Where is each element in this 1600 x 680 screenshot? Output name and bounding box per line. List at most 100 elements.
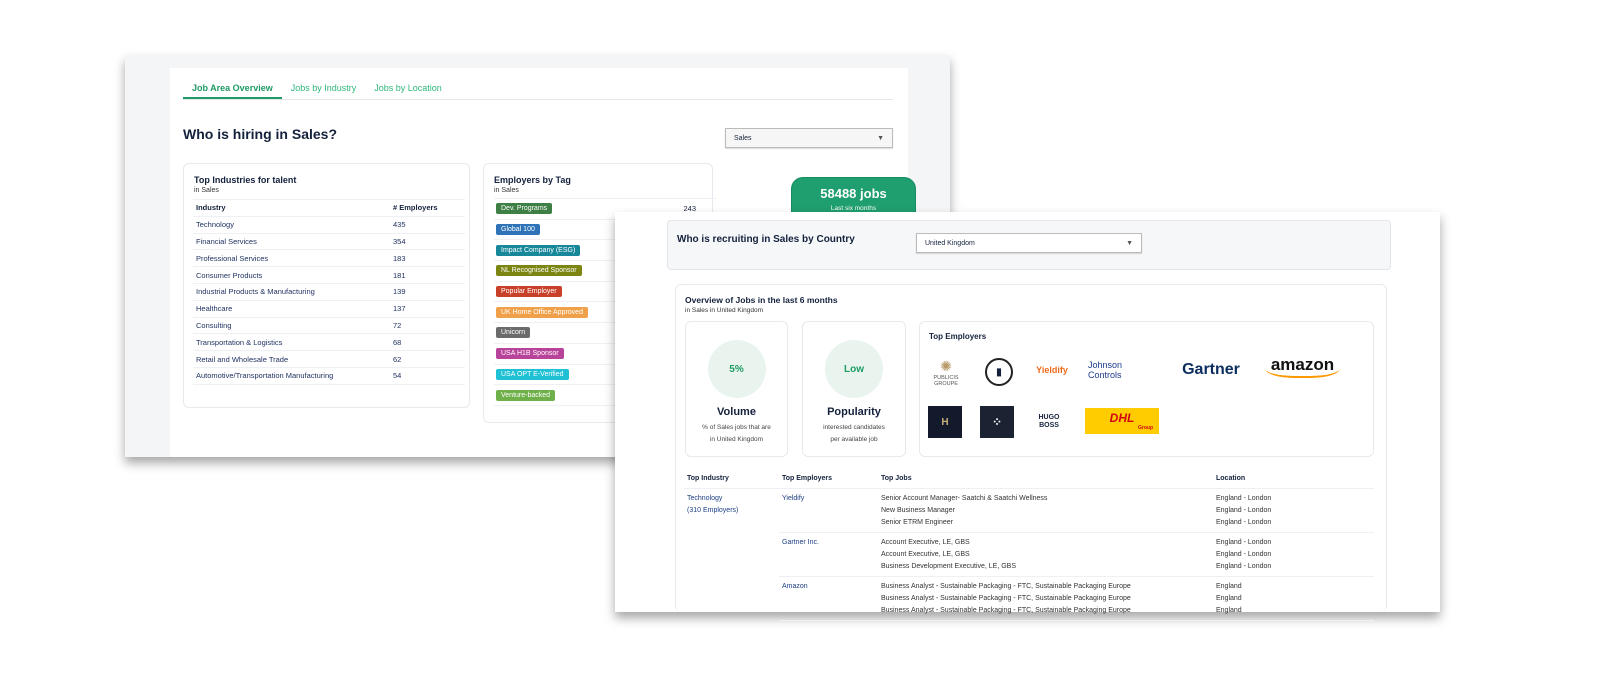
tag-badge[interactable]: Global 100 bbox=[496, 224, 540, 236]
dhl-logo[interactable]: DHL Group bbox=[1085, 408, 1159, 434]
industry-name: Consulting bbox=[193, 317, 390, 335]
employer-count: 354 bbox=[390, 233, 465, 251]
employer-link[interactable]: Amazon bbox=[779, 576, 878, 621]
employer-count: 183 bbox=[390, 249, 465, 268]
chevron-down-icon: ▼ bbox=[877, 134, 884, 142]
publicis-text: PUBLICIS GROUPE bbox=[933, 374, 959, 387]
table-row[interactable]: Financial Services 354 bbox=[193, 233, 465, 251]
tab-jobs-by-industry[interactable]: Jobs by Industry bbox=[282, 80, 366, 99]
col-industry: Industry bbox=[193, 199, 390, 217]
job-location: England - London bbox=[1216, 518, 1272, 526]
top-employers-card: Top Employers ✺ PUBLICIS GROUPE ▮ Yieldif… bbox=[919, 321, 1374, 457]
industry-count: (310 Employers) bbox=[687, 506, 739, 514]
top-jobs-table: Top Industry Top Employers Top Jobs Locatio… bbox=[684, 469, 1374, 621]
tag-badge[interactable]: USA OPT E-Verified bbox=[496, 368, 569, 380]
overview-subtitle: in Sales in United Kingdom bbox=[685, 307, 764, 314]
yieldify-logo[interactable]: Yieldify bbox=[1032, 362, 1072, 378]
industries-table: Industry # Employers Technology 435 Financi… bbox=[193, 199, 465, 385]
table-row[interactable]: Automotive/Transportation Manufacturing 5… bbox=[193, 367, 465, 385]
tag-badge[interactable]: Popular Employer bbox=[496, 286, 562, 298]
job-area-select[interactable]: Sales ▼ bbox=[725, 128, 893, 148]
employer-count: 68 bbox=[390, 333, 465, 352]
tag-badge[interactable]: Unicorn bbox=[496, 327, 531, 339]
job-title[interactable]: Account Executive, LE, GBS bbox=[881, 549, 1213, 561]
table-row[interactable]: Healthcare 137 bbox=[193, 300, 465, 318]
tab-bar: Job Area Overview Jobs by Industry Jobs … bbox=[183, 80, 893, 100]
country-select[interactable]: United Kingdom ▼ bbox=[916, 233, 1142, 253]
employer-count: 62 bbox=[390, 350, 465, 368]
tag-badge[interactable]: Impact Company (ESG) bbox=[496, 244, 581, 256]
job-title[interactable]: Business Analyst - Sustainable Packaging… bbox=[881, 593, 1213, 605]
dhl-text: DHL bbox=[1109, 411, 1135, 425]
tag-badge[interactable]: USA H1B Sponsor bbox=[496, 348, 564, 360]
employer-logo-circle[interactable]: ▮ bbox=[985, 358, 1013, 386]
card-title: Top Industries for talent bbox=[194, 175, 297, 185]
col-top-jobs: Top Jobs bbox=[878, 469, 1213, 489]
gartner-logo[interactable]: Gartner bbox=[1175, 360, 1247, 380]
job-title[interactable]: Account Executive, LE, GBS bbox=[881, 537, 1213, 549]
amazon-logo[interactable]: amazon bbox=[1265, 354, 1340, 378]
popularity-label: Popularity bbox=[827, 406, 881, 418]
tag-badge[interactable]: UK Home Office Approved bbox=[496, 306, 588, 318]
employer-logo-dots[interactable]: ⁘ bbox=[980, 406, 1014, 438]
top-employers-title: Top Employers bbox=[929, 332, 987, 341]
table-row[interactable]: Consumer Products 181 bbox=[193, 266, 465, 284]
industry-name: Industrial Products & Manufacturing bbox=[193, 283, 390, 301]
jobs-count: 58488 jobs bbox=[820, 186, 887, 201]
table-row[interactable]: Industrial Products & Manufacturing 139 bbox=[193, 283, 465, 301]
employer-count: 435 bbox=[390, 216, 465, 234]
country-title: Who is recruiting in Sales by Country bbox=[677, 234, 855, 245]
job-title[interactable]: Business Analyst - Sustainable Packaging… bbox=[881, 581, 1213, 593]
recruiting-by-country-panel: Who is recruiting in Sales by Country Un… bbox=[615, 212, 1440, 621]
job-title[interactable]: New Business Manager bbox=[881, 505, 1213, 517]
job-location: England - London bbox=[1216, 562, 1272, 570]
employer-logo-h[interactable]: H bbox=[928, 406, 962, 438]
country-select-value: United Kingdom bbox=[925, 239, 975, 247]
tab-jobs-by-location[interactable]: Jobs by Location bbox=[365, 80, 451, 99]
job-title[interactable]: Business Development Executive, LE, GBS bbox=[881, 561, 1213, 573]
industry-name: Consumer Products bbox=[193, 266, 390, 284]
table-row[interactable]: Transportation & Logistics 68 bbox=[193, 333, 465, 352]
volume-desc: % of Sales jobs that are bbox=[702, 424, 771, 431]
industry-name: Financial Services bbox=[193, 233, 390, 251]
country-header: Who is recruiting in Sales by Country Un… bbox=[667, 220, 1391, 270]
table-row: Amazon Business Analyst - Sustainable Pac… bbox=[684, 576, 1374, 621]
page-title: Who is hiring in Sales? bbox=[183, 126, 338, 142]
job-area-select-value: Sales bbox=[734, 134, 752, 142]
employer-count: 139 bbox=[390, 283, 465, 301]
job-title[interactable]: Business Analyst - Sustainable Packaging… bbox=[881, 605, 1213, 617]
tab-job-area-overview[interactable]: Job Area Overview bbox=[183, 80, 282, 99]
overview-card: Overview of Jobs in the last 6 months in… bbox=[675, 284, 1387, 621]
col-location: Location bbox=[1213, 469, 1374, 489]
volume-value: 5% bbox=[707, 340, 766, 398]
industry-name: Professional Services bbox=[193, 249, 390, 268]
industry-name: Technology bbox=[193, 216, 390, 234]
publicis-logo[interactable]: ✺ PUBLICIS GROUPE bbox=[928, 352, 964, 392]
table-row[interactable]: Retail and Wholesale Trade 62 bbox=[193, 350, 465, 368]
tag-badge[interactable]: Venture-backed bbox=[496, 389, 556, 401]
col-top-employers: Top Employers bbox=[779, 469, 878, 489]
industry-name: Automotive/Transportation Manufacturing bbox=[193, 367, 390, 385]
job-title[interactable]: Senior Account Manager- Saatchi & Saatch… bbox=[881, 493, 1213, 505]
job-title[interactable]: Senior ETRM Engineer bbox=[881, 517, 1213, 529]
employer-link[interactable]: Gartner Inc. bbox=[779, 532, 878, 577]
top-industries-card: Top Industries for talent in Sales Indus… bbox=[183, 163, 470, 408]
table-row[interactable]: Consulting 72 bbox=[193, 317, 465, 335]
industry-name: Healthcare bbox=[193, 300, 390, 318]
table-row[interactable]: Technology 435 bbox=[193, 216, 465, 234]
hugo-boss-logo[interactable]: HUGO BOSS bbox=[1032, 410, 1066, 434]
table-row: Gartner Inc. Account Executive, LE, GBS Ac… bbox=[684, 532, 1374, 577]
chevron-down-icon: ▼ bbox=[1126, 239, 1133, 247]
employer-link[interactable]: Yieldify bbox=[779, 488, 878, 533]
table-row[interactable]: Professional Services 183 bbox=[193, 249, 465, 268]
volume-label: Volume bbox=[717, 406, 756, 418]
job-location: England bbox=[1216, 594, 1242, 602]
tag-badge[interactable]: NL Recognised Sponsor bbox=[496, 265, 582, 277]
employer-count: 72 bbox=[390, 317, 465, 335]
johnson-controls-logo[interactable]: Johnson Controls bbox=[1088, 354, 1158, 386]
volume-stat: 5% Volume % of Sales jobs that are in Uni… bbox=[685, 321, 788, 457]
popularity-desc: interested candidates bbox=[823, 424, 885, 431]
tag-badge[interactable]: Dev. Programs bbox=[496, 203, 553, 215]
popularity-value: Low bbox=[825, 340, 883, 398]
industry-link[interactable]: Technology bbox=[687, 493, 779, 505]
